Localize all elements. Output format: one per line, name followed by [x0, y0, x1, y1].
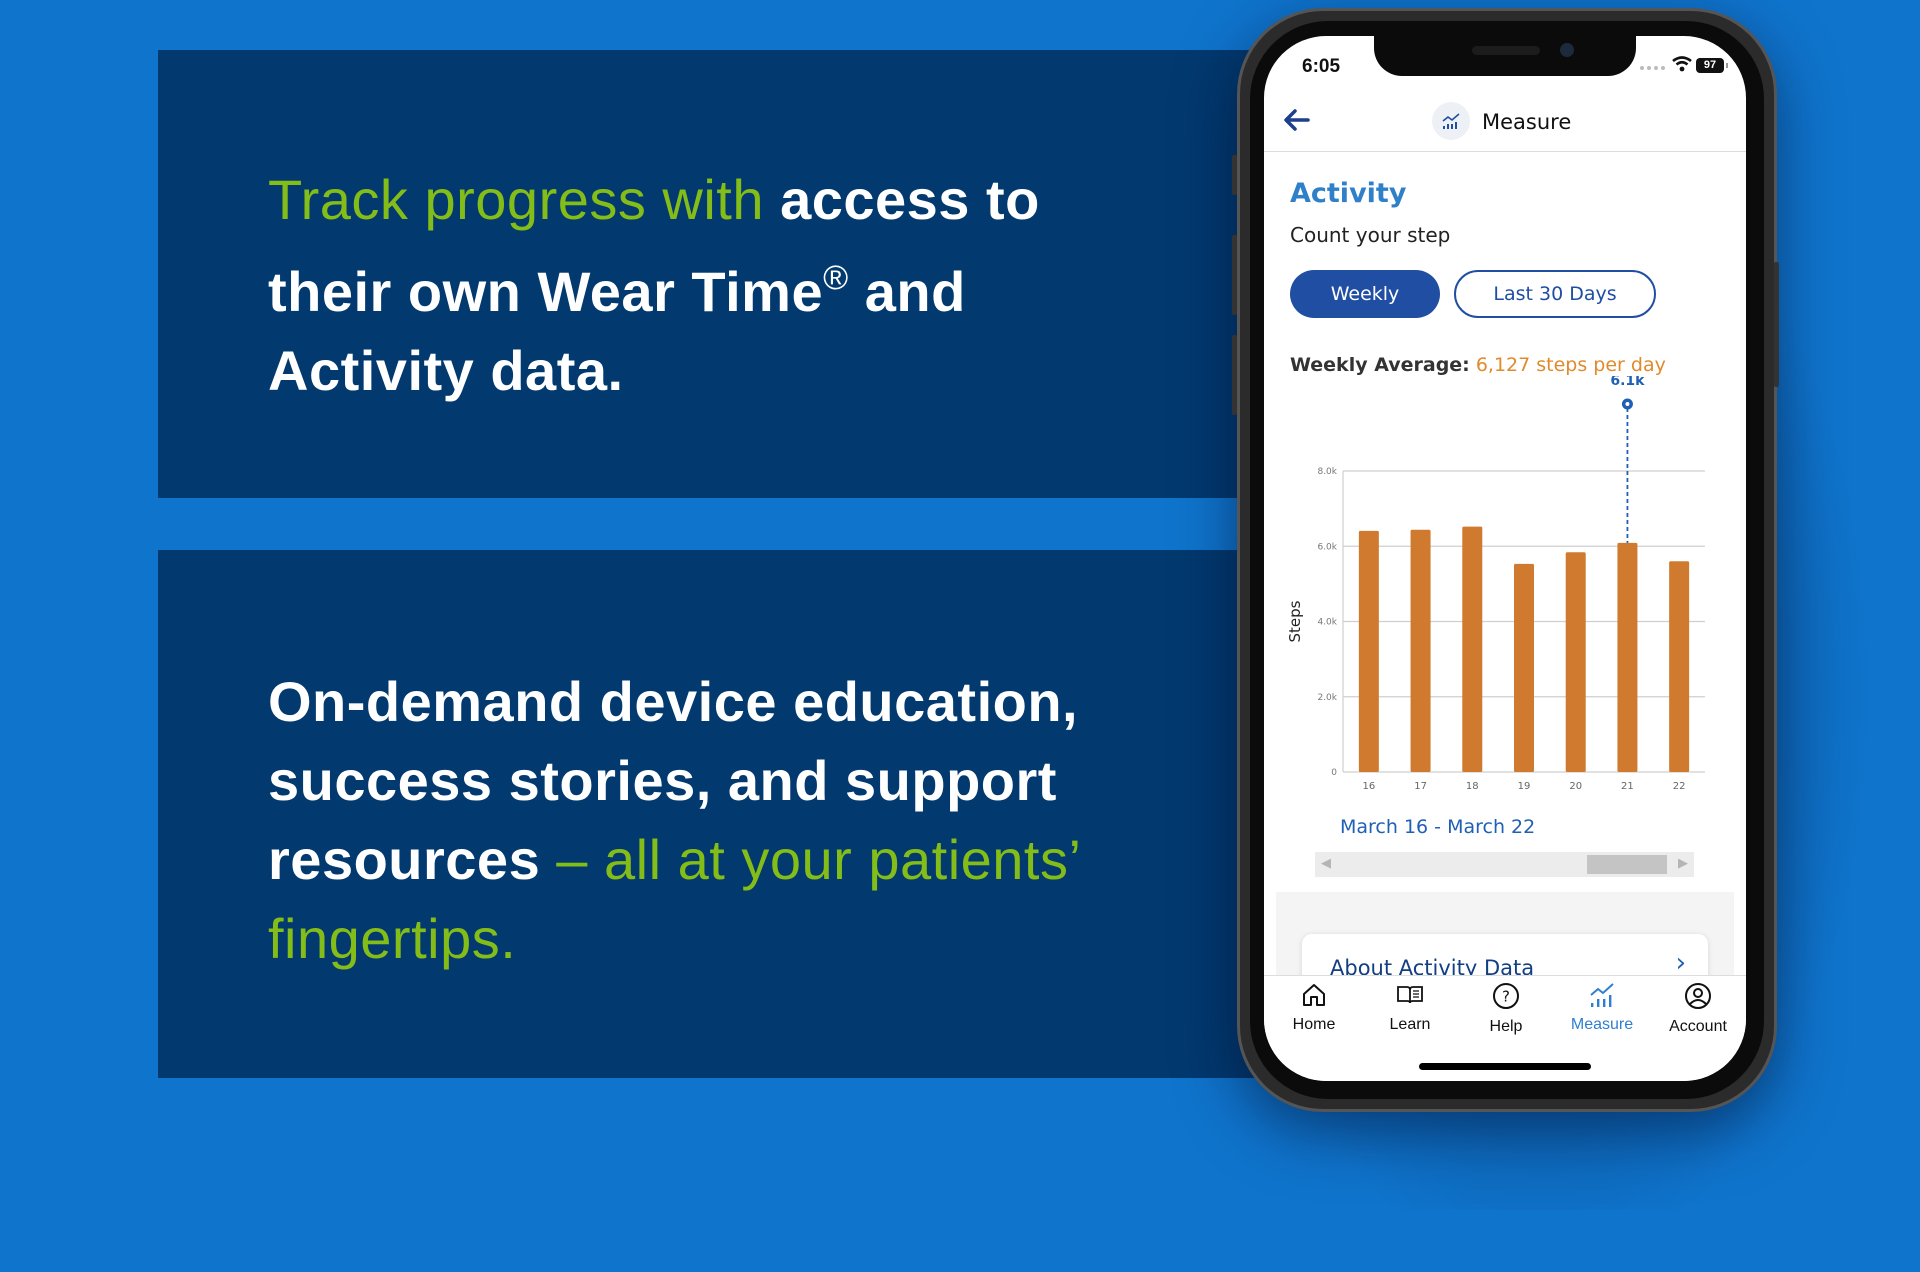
x-tick-label: 17 — [1414, 781, 1427, 792]
bar — [1358, 530, 1379, 772]
volume-down-button — [1232, 335, 1237, 415]
home-icon — [1303, 984, 1325, 1006]
x-tick-label: 19 — [1518, 781, 1531, 792]
x-tick-label: 22 — [1673, 781, 1686, 792]
notch — [1374, 36, 1636, 76]
weekly-average-label: Weekly Average: — [1290, 354, 1470, 376]
cellular-signal-icon — [1640, 66, 1665, 70]
tab-home[interactable]: Home — [1266, 982, 1362, 1034]
header-title: Measure — [1482, 110, 1572, 134]
phone-screen: 6:05 97 Measure Activity Count your step… — [1264, 36, 1746, 1081]
last-30-days-button[interactable]: Last 30 Days — [1454, 270, 1656, 318]
bar — [1669, 561, 1690, 772]
svg-text:?: ? — [1502, 988, 1510, 1006]
tab-label: Account — [1669, 1018, 1727, 1035]
wifi-icon — [1672, 56, 1692, 72]
bar — [1410, 529, 1431, 772]
battery-tip — [1726, 63, 1728, 68]
y-tick-label: 6.0k — [1317, 542, 1337, 552]
x-tick-label: 20 — [1569, 781, 1582, 792]
panel-headline: On-demand device education, success stor… — [268, 662, 1168, 978]
header-icon-badge — [1432, 102, 1470, 140]
section-subtitle: Count your step — [1290, 223, 1451, 247]
bar — [1514, 563, 1534, 772]
tab-learn[interactable]: Learn — [1362, 982, 1458, 1034]
book-icon — [1397, 986, 1423, 1004]
date-range: March 16 - March 22 — [1340, 816, 1536, 838]
scroll-right-icon[interactable]: ▶ — [1678, 856, 1688, 871]
steps-bar-chart: 0 2.0k 4.0k 6.0k 8.0k Steps 16 17 18 19 20 21 22 6.1k — [1286, 376, 1705, 792]
battery-indicator: 97 — [1696, 58, 1724, 73]
y-tick-label: 0 — [1331, 768, 1337, 778]
account-icon — [1685, 983, 1711, 1009]
section-title: Activity — [1290, 178, 1407, 209]
tab-label: Measure — [1570, 1016, 1634, 1033]
tab-label: Home — [1292, 1016, 1336, 1033]
feature-panel-progress: Track progress with access to their own … — [158, 50, 1278, 498]
scroll-left-icon[interactable]: ◀ — [1321, 856, 1331, 871]
status-time: 6:05 — [1302, 56, 1341, 77]
help-icon: ? — [1493, 983, 1519, 1009]
tab-label: Learn — [1389, 1016, 1431, 1033]
home-indicator — [1419, 1063, 1591, 1070]
tab-measure[interactable]: Measure — [1554, 982, 1650, 1034]
annotation-label: 6.1k — [1610, 376, 1645, 389]
feature-panel-education: On-demand device education, success stor… — [158, 550, 1278, 1078]
camera — [1560, 43, 1574, 57]
mute-switch — [1232, 155, 1237, 195]
y-axis-label: Steps — [1286, 600, 1304, 642]
panel-headline: Track progress with access to their own … — [268, 160, 1168, 410]
x-tick-label: 21 — [1621, 781, 1634, 792]
x-tick-label: 16 — [1362, 781, 1375, 792]
chevron-right-icon: › — [1675, 948, 1686, 978]
headline-green: Track progress with — [268, 168, 764, 231]
y-tick-label: 8.0k — [1317, 467, 1337, 477]
y-tick-label: 2.0k — [1317, 693, 1337, 703]
x-tick-label: 18 — [1466, 781, 1479, 792]
scrollbar-thumb[interactable] — [1587, 855, 1667, 874]
speaker — [1472, 46, 1540, 55]
y-tick-label: 4.0k — [1317, 618, 1337, 628]
chart-icon — [1442, 113, 1460, 129]
power-button — [1774, 262, 1779, 387]
bar — [1565, 552, 1586, 772]
weekly-button[interactable]: Weekly — [1290, 270, 1440, 318]
volume-up-button — [1232, 235, 1237, 315]
registered-mark: ® — [823, 259, 849, 297]
weekly-average-value: 6,127 steps per day — [1475, 354, 1666, 376]
tab-label: Help — [1489, 1018, 1523, 1035]
bar — [1617, 542, 1638, 772]
tab-help[interactable]: ? Help — [1458, 982, 1554, 1036]
arrow-left-icon[interactable] — [1282, 108, 1310, 132]
tab-account[interactable]: Account — [1650, 982, 1746, 1036]
weekly-average: Weekly Average: 6,127 steps per day — [1290, 354, 1666, 376]
bar — [1462, 526, 1483, 772]
annotation-marker-dot — [1625, 402, 1630, 406]
chart-icon — [1590, 983, 1614, 1007]
chart-scrollbar[interactable]: ◀ ▶ — [1315, 852, 1694, 877]
header-divider — [1264, 151, 1746, 152]
